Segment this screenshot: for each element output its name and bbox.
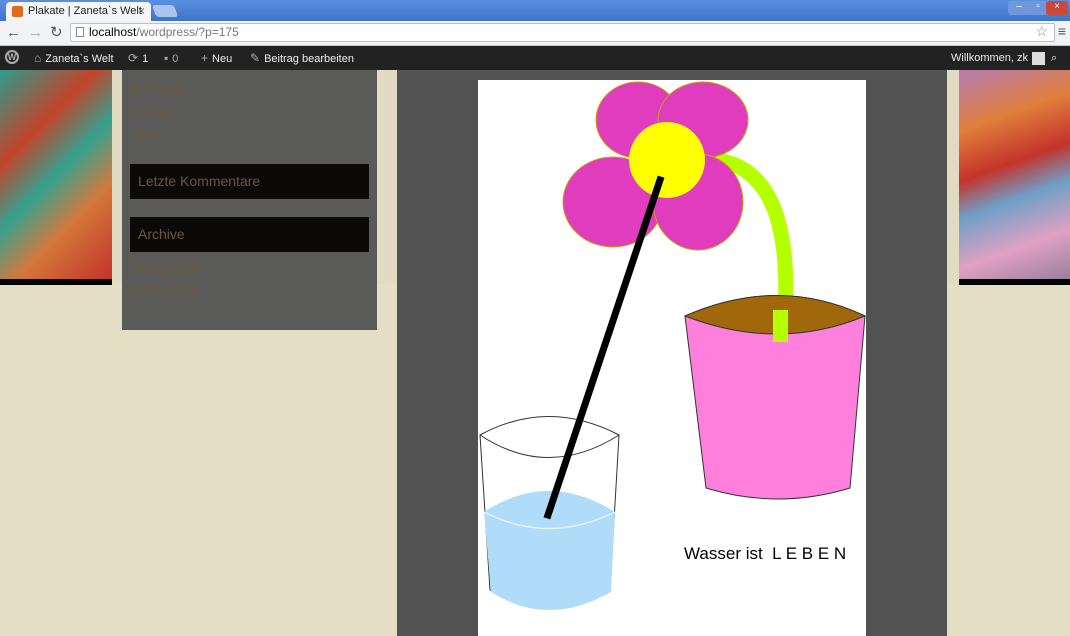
browser-tab-bar: Plakate | Zaneta`s Welt × – ▫ ×	[0, 0, 1070, 21]
new-tab-button[interactable]	[151, 5, 179, 17]
greeting: Willkommen, zk	[951, 52, 1029, 64]
widget-title-recent-comments: Letzte Kommentare	[130, 164, 369, 199]
plus-icon: +	[201, 51, 209, 65]
url-path: /wordpress/?p=175	[136, 25, 239, 39]
forward-arrow-icon[interactable]: →	[28, 23, 43, 43]
close-window-icon[interactable]: ×	[1046, 1, 1068, 15]
wordpress-logo-icon[interactable]: W	[5, 50, 19, 64]
back-arrow-icon[interactable]: ←	[6, 23, 21, 43]
archive-link[interactable]: Januar 2014	[130, 284, 197, 298]
url-host: localhost	[89, 25, 137, 39]
address-bar[interactable]: localhost/wordpress/?p=175 ☆	[70, 23, 1055, 42]
comments-count: 0	[172, 53, 179, 65]
main-content: Wasser ist L E B E N	[397, 70, 947, 636]
reload-icon[interactable]: ↻	[50, 23, 63, 43]
new-label: Neu	[212, 53, 233, 65]
updates-link[interactable]: ⟳ 1	[128, 46, 148, 70]
page-icon	[76, 27, 84, 37]
header-art-left	[0, 70, 112, 285]
sidebar: Anmelden Beiträge Feed Letzte Kommentare…	[122, 70, 377, 330]
comments-link[interactable]: ▪ 0	[164, 46, 178, 70]
tab-title: Plakate | Zaneta`s Welt	[28, 5, 142, 17]
poster-image: Wasser ist L E B E N	[478, 80, 866, 636]
glass-rim	[479, 434, 620, 458]
avatar	[1032, 51, 1046, 65]
bookmark-star-icon[interactable]: ☆	[1035, 23, 1048, 40]
sidebar-link-login[interactable]: Anmelden	[130, 82, 184, 96]
sidebar-link-posts[interactable]: Beiträge	[130, 104, 175, 118]
new-content-link[interactable]: + Neu	[201, 46, 232, 70]
flower-center	[629, 122, 705, 198]
poster-caption: Wasser ist L E B E N	[684, 544, 847, 563]
tab-close-icon[interactable]: ×	[138, 2, 145, 21]
archive-link[interactable]: Februar 2014	[130, 262, 202, 276]
header-art-right	[959, 70, 1070, 285]
account-menu[interactable]: Willkommen, zk	[951, 46, 1046, 70]
sidebar-link-feed[interactable]: Feed	[130, 126, 157, 140]
browser-toolbar: ← → ↻ localhost/wordpress/?p=175 ☆ ≡	[0, 21, 1070, 46]
updates-icon: ⟳	[128, 51, 139, 65]
stem-base	[773, 310, 788, 342]
browser-tab[interactable]: Plakate | Zaneta`s Welt ×	[6, 2, 151, 21]
search-icon[interactable]: ⌕	[1051, 46, 1057, 70]
edit-post-link[interactable]: ✎ Beitrag bearbeiten	[250, 46, 354, 70]
comment-icon: ▪	[164, 51, 169, 65]
pencil-icon: ✎	[250, 51, 261, 65]
home-icon: ⌂	[34, 51, 42, 65]
menu-icon[interactable]: ≡	[1058, 23, 1066, 39]
edit-label: Beitrag bearbeiten	[264, 53, 354, 65]
site-name-link[interactable]: ⌂ Zaneta`s Welt	[34, 46, 114, 70]
site-name: Zaneta`s Welt	[45, 53, 114, 65]
favicon-icon	[12, 6, 23, 17]
widget-title-archive: Archive	[130, 217, 369, 252]
updates-count: 1	[142, 53, 149, 65]
wp-admin-bar: W ⌂ Zaneta`s Welt ⟳ 1 ▪ 0 + Neu ✎ Beitrag bea…	[0, 46, 1070, 70]
